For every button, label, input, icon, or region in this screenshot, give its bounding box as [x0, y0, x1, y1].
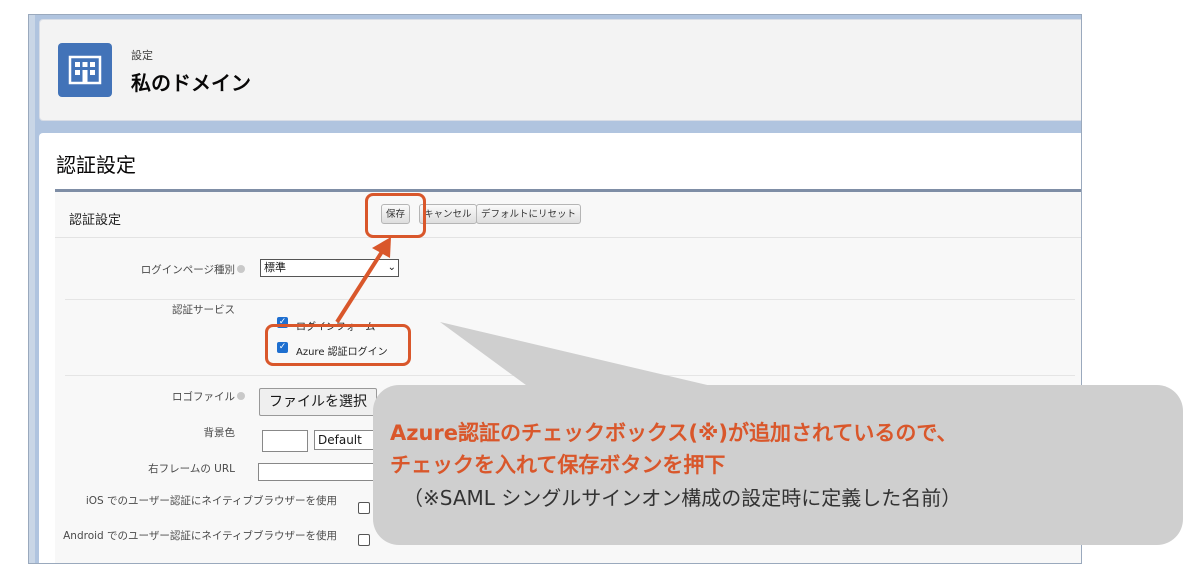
- pointer-arrow: [335, 245, 387, 324]
- callout-line-3: （※SAML シングルサインオン構成の設定時に定義した名前）: [403, 486, 962, 510]
- callout-tail: [440, 322, 720, 388]
- callout-line-2: チェックを入れて保存ボタンを押下: [390, 453, 726, 477]
- callout-line-1: Azure認証のチェックボックス(※)が追加されているので、: [390, 421, 958, 445]
- annotation-callout: Azure認証のチェックボックス(※)が追加されているので、 チェックを入れて保…: [373, 385, 1183, 545]
